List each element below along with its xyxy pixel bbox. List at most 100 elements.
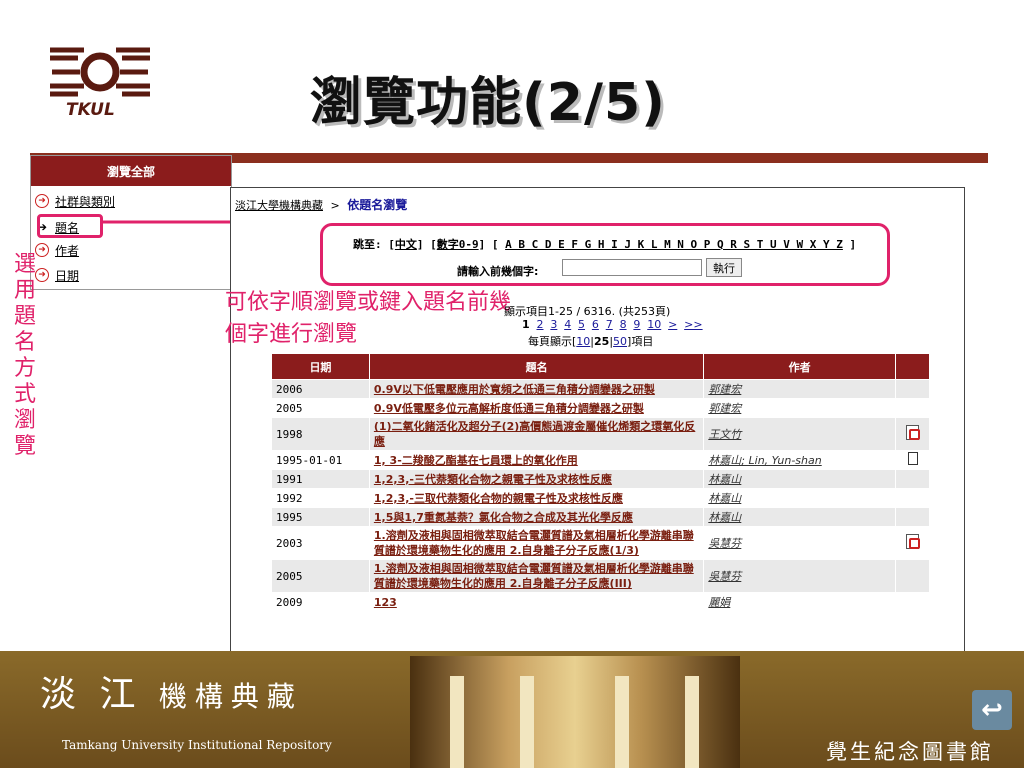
breadcrumb: 淡江大學機構典藏 > 依題名瀏覽 xyxy=(235,196,407,213)
date-cell: 2009 xyxy=(271,592,370,612)
date-cell: 1998 xyxy=(271,417,370,451)
nav-item-label: 社群與類別 xyxy=(55,194,116,209)
column-shape xyxy=(450,676,464,768)
file-cell xyxy=(895,507,930,527)
date-cell: 2006 xyxy=(271,379,370,399)
date-cell: 2003 xyxy=(271,526,370,560)
footer-brand: 淡 江 機構典藏 xyxy=(40,665,303,717)
column-shape xyxy=(615,676,629,768)
author-link[interactable]: 麗娟 xyxy=(703,592,896,612)
nav-header: 瀏覽全部 xyxy=(31,156,231,186)
pager-link[interactable]: 4 xyxy=(564,318,571,331)
pager-last-link[interactable]: >> xyxy=(684,318,702,331)
pdf-icon[interactable] xyxy=(906,425,920,440)
date-cell: 2005 xyxy=(271,398,370,418)
author-link[interactable]: 郭建宏 xyxy=(703,398,896,418)
nav-item-community[interactable]: ➜ 社群與類別 xyxy=(35,192,115,210)
table-row: 1998 (1)二氧化鍺活化及超分子(2)高價態過渡金屬催化烯類之環氧化反應 王文竹 xyxy=(271,417,930,451)
file-cell xyxy=(895,526,930,560)
per-page-50-link[interactable]: 50 xyxy=(613,335,627,348)
pager-link[interactable]: 10 xyxy=(647,318,661,331)
table-row: 2006 0.9V以下低電壓應用於寬頻之低通三角積分調變器之研製 郭建宏 xyxy=(271,379,930,399)
breadcrumb-current: 依題名瀏覽 xyxy=(347,198,408,212)
table-row: 1992 1,2,3,-三取代萘類化合物的親電子性及求核性反應 林嘉山 xyxy=(271,488,930,508)
file-cell xyxy=(895,450,930,470)
table-row: 2003 1.溶劑及液相與固相微萃取結合電灑質譜及氣相層析化學游離串聯質譜於環境藥… xyxy=(271,526,930,560)
column-shape xyxy=(520,676,534,768)
pager: 1 2 3 4 5 6 7 8 9 10 > >> xyxy=(522,318,703,331)
pager-link[interactable]: 8 xyxy=(620,318,627,331)
date-cell: 1995-01-01 xyxy=(271,450,370,470)
file-cell xyxy=(895,488,930,508)
breadcrumb-root-link[interactable]: 淡江大學機構典藏 xyxy=(235,199,323,212)
footer-brand-small: 機構典藏 xyxy=(158,680,303,713)
nav-item-label: 作者 xyxy=(55,243,80,258)
file-cell xyxy=(895,398,930,418)
jump-highlight-box xyxy=(320,223,890,286)
title-link[interactable]: 1,2,3,-三取代萘類化合物的親電子性及求核性反應 xyxy=(368,488,705,508)
title-link[interactable]: 1,2,3,-三代萘類化合物之親電子性及求核性反應 xyxy=(368,469,705,489)
column-header-author[interactable]: 作者 xyxy=(703,353,896,380)
pager-link[interactable]: 9 xyxy=(633,318,640,331)
date-cell: 1992 xyxy=(271,488,370,508)
pager-link[interactable]: 2 xyxy=(537,318,544,331)
file-cell xyxy=(895,592,930,612)
file-cell xyxy=(895,379,930,399)
title-link[interactable]: 0.9V低電壓多位元高解析度低通三角積分調變器之研製 xyxy=(368,398,705,418)
back-button[interactable]: ↩ xyxy=(972,690,1012,730)
title-link[interactable]: 1, 3-二羧酸乙酯基在七員環上的氧化作用 xyxy=(368,450,705,470)
tkul-logo: TKUL xyxy=(44,42,156,122)
date-cell: 1995 xyxy=(271,507,370,527)
file-cell xyxy=(895,417,930,451)
title-link[interactable]: 0.9V以下低電壓應用於寬頻之低通三角積分調變器之研製 xyxy=(368,379,705,399)
per-page-25-current: 25 xyxy=(594,335,610,348)
table-row: 2005 1.溶劑及液相與固相微萃取結合電灑質譜及氣相層析化學游離串聯質譜於環境藥… xyxy=(271,559,930,593)
column-header-title[interactable]: 題名 xyxy=(368,353,705,380)
side-annotation: 選用題名方式瀏覽 xyxy=(13,252,36,459)
author-link[interactable]: 吳慧芬 xyxy=(703,559,896,593)
pager-link[interactable]: 5 xyxy=(578,318,585,331)
author-link[interactable]: 林嘉山 xyxy=(703,507,896,527)
author-link[interactable]: 林嘉山; Lin, Yun-shan xyxy=(703,450,896,470)
arrow-circle-icon: ➜ xyxy=(35,194,49,208)
pager-link[interactable]: 7 xyxy=(606,318,613,331)
per-page-suffix: ]項目 xyxy=(627,335,654,348)
pager-link[interactable]: 6 xyxy=(592,318,599,331)
document-icon[interactable] xyxy=(907,452,918,465)
title-link[interactable]: 1.溶劑及液相與固相微萃取結合電灑質譜及氣相層析化學游離串聯質譜於環境藥物生化的… xyxy=(368,559,705,593)
table-row: 1995 1,5與1,7重氮基萘？氯化合物之合成及其光化學反應 林嘉山 xyxy=(271,507,930,527)
date-cell: 1991 xyxy=(271,469,370,489)
table-header-row: 日期 題名 作者 xyxy=(271,353,930,380)
nav-item-label: 日期 xyxy=(55,268,80,283)
logo-text: TKUL xyxy=(66,100,115,120)
author-link[interactable]: 郭建宏 xyxy=(703,379,896,399)
nav-highlight-box xyxy=(37,214,103,238)
pager-next-link[interactable]: > xyxy=(668,318,677,331)
nav-item-author[interactable]: ➜ 作者 xyxy=(35,241,79,259)
tkul-emblem-icon xyxy=(50,47,150,97)
author-link[interactable]: 林嘉山 xyxy=(703,488,896,508)
footer-library-name: 覺生紀念圖書館 xyxy=(826,740,994,764)
nav-item-date[interactable]: ➜ 日期 xyxy=(35,266,79,284)
results-table: 日期 題名 作者 2006 0.9V以下低電壓應用於寬頻之低通三角積分調變器之研製… xyxy=(271,353,930,612)
slide-title: 瀏覽功能(2/5) xyxy=(310,73,666,133)
author-link[interactable]: 王文竹 xyxy=(703,417,896,451)
per-page-10-link[interactable]: 10 xyxy=(576,335,590,348)
pdf-icon[interactable] xyxy=(906,534,920,549)
library-hall-image xyxy=(410,656,740,768)
pager-current: 1 xyxy=(522,318,530,331)
author-link[interactable]: 林嘉山 xyxy=(703,469,896,489)
title-link[interactable]: 1.溶劑及液相與固相微萃取結合電灑質譜及氣相層析化學游離串聯質譜於環境藥物生化的… xyxy=(368,526,705,560)
title-link[interactable]: 123 xyxy=(368,592,705,612)
pager-link[interactable]: 3 xyxy=(550,318,557,331)
column-header-date[interactable]: 日期 xyxy=(271,353,370,380)
per-page-prefix: 每頁顯示[ xyxy=(528,335,577,348)
slide: TKUL 瀏覽功能(2/5) 瀏覽全部 ➜ 社群與類別 ➔ 題名 ➜ 作者 ➜ … xyxy=(0,0,1024,768)
breadcrumb-separator: > xyxy=(330,199,340,212)
return-arrow-icon: ↩ xyxy=(981,695,1003,725)
author-link[interactable]: 吳慧芬 xyxy=(703,526,896,560)
table-row: 2005 0.9V低電壓多位元高解析度低通三角積分調變器之研製 郭建宏 xyxy=(271,398,930,418)
title-link[interactable]: (1)二氧化鍺活化及超分子(2)高價態過渡金屬催化烯類之環氧化反應 xyxy=(368,417,705,451)
file-cell xyxy=(895,559,930,593)
title-link[interactable]: 1,5與1,7重氮基萘？氯化合物之合成及其光化學反應 xyxy=(368,507,705,527)
